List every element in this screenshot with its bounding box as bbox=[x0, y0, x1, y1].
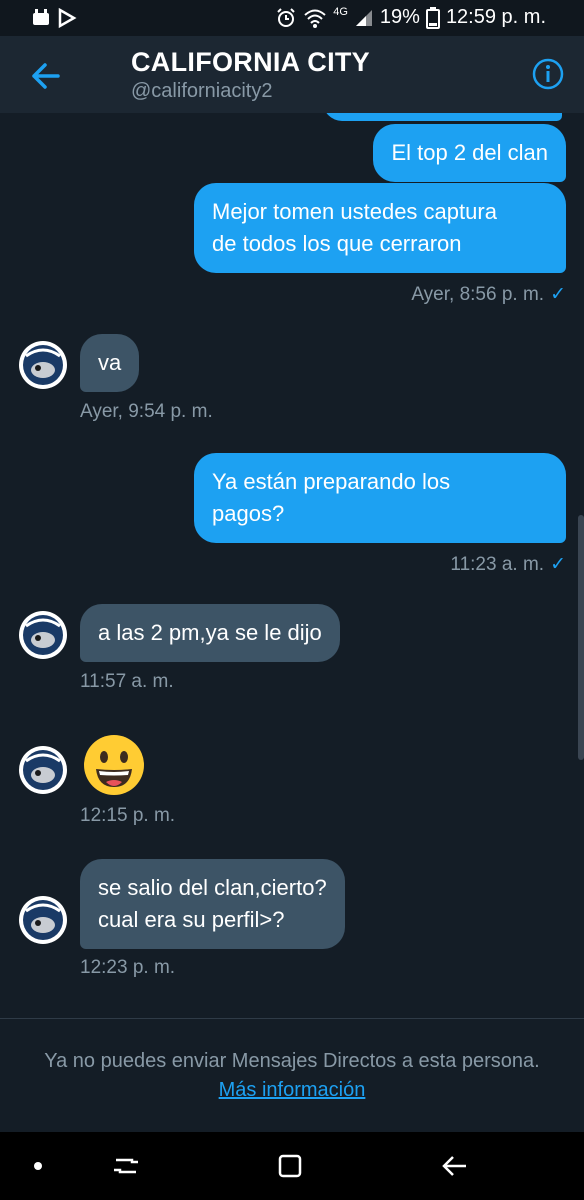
message-bubble-outgoing: El top 2 del clan bbox=[373, 124, 566, 182]
avatar[interactable] bbox=[18, 895, 68, 945]
message-bubble-partial bbox=[323, 113, 562, 121]
message-timestamp: 11:57 a. m. bbox=[80, 671, 174, 692]
wifi-icon bbox=[304, 9, 326, 28]
message-bubble-outgoing: Ya están preparando los pagos? bbox=[194, 453, 566, 543]
back-icon[interactable] bbox=[438, 1150, 470, 1182]
sent-check-icon: ✓ bbox=[550, 284, 566, 305]
battery-icon bbox=[425, 6, 440, 29]
home-icon[interactable] bbox=[274, 1150, 306, 1182]
conversation-handle: @californiacity2 bbox=[131, 80, 273, 102]
conversation-title: CALIFORNIA CITY bbox=[131, 47, 370, 77]
system-icons: 4G 19% 12:59 p. m. bbox=[275, 6, 546, 29]
message-bubble-incoming: va bbox=[80, 334, 140, 392]
message-timestamp: Ayer, 9:54 p. m. bbox=[80, 401, 213, 422]
battery-percent: 19% bbox=[379, 6, 420, 28]
system-navigation-bar bbox=[0, 1132, 584, 1200]
signal-icon bbox=[355, 9, 372, 26]
network-label: 4G bbox=[333, 5, 348, 18]
back-arrow-icon[interactable] bbox=[28, 58, 64, 94]
conversation-header: CALIFORNIA CITY @californiacity2 bbox=[0, 36, 584, 113]
notification-icons bbox=[30, 7, 80, 35]
avatar[interactable] bbox=[18, 610, 68, 660]
info-icon[interactable] bbox=[532, 58, 564, 90]
message-bubble-incoming: a las 2 pm,ya se le dijo bbox=[80, 604, 340, 662]
status-bar: 4G 19% 12:59 p. m. bbox=[0, 0, 584, 36]
scrollbar[interactable] bbox=[578, 515, 584, 760]
message-list[interactable]: El top 2 del clan Mejor tomen ustedes ca… bbox=[0, 113, 584, 1018]
dm-disabled-notice: Ya no puedes enviar Mensajes Directos a … bbox=[0, 1018, 584, 1133]
avatar[interactable] bbox=[18, 745, 68, 795]
message-bubble-incoming: se salio del clan,cierto? cual era su pe… bbox=[80, 859, 345, 949]
sent-check-icon: ✓ bbox=[550, 554, 566, 575]
message-bubble-outgoing: Mejor tomen ustedes captura de todos los… bbox=[194, 183, 566, 273]
more-info-link[interactable]: Más información bbox=[219, 1079, 366, 1101]
grinning-face-icon bbox=[84, 735, 144, 795]
notice-text: Ya no puedes enviar Mensajes Directos a … bbox=[44, 1050, 540, 1072]
alarm-icon bbox=[277, 7, 295, 27]
dot-icon[interactable] bbox=[22, 1150, 54, 1182]
message-timestamp: 12:15 p. m. bbox=[80, 805, 176, 826]
clock: 12:59 p. m. bbox=[445, 6, 546, 28]
app-notification-icon bbox=[33, 7, 77, 29]
message-timestamp: 11:23 a. m. ✓ bbox=[450, 554, 566, 575]
message-timestamp: Ayer, 8:56 p. m. ✓ bbox=[411, 284, 566, 305]
message-timestamp: 12:23 p. m. bbox=[80, 957, 176, 978]
recent-apps-icon[interactable] bbox=[110, 1150, 142, 1182]
avatar[interactable] bbox=[18, 340, 68, 390]
